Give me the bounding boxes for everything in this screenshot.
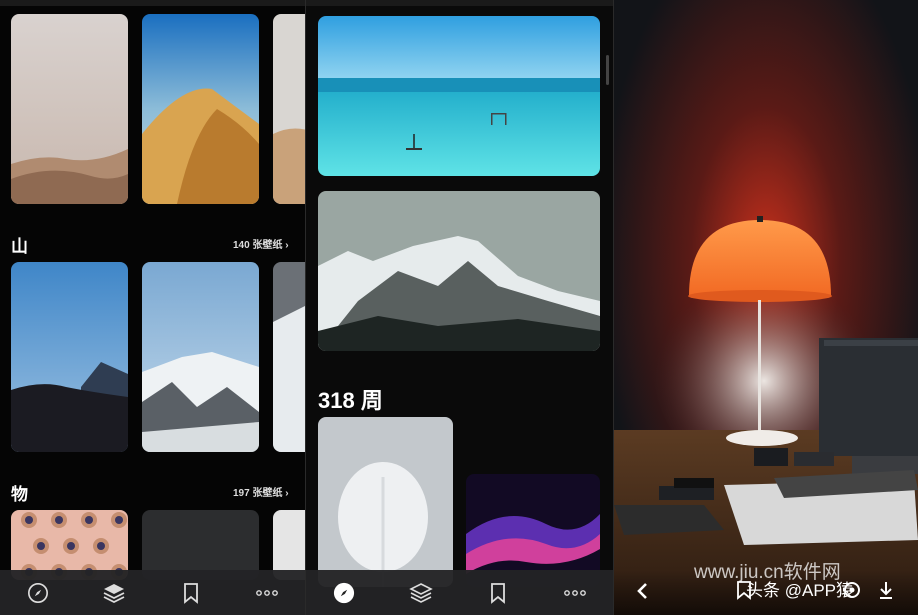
- tab-discover[interactable]: [18, 573, 58, 613]
- section-title-objects: 物: [11, 485, 28, 504]
- section-count-objects[interactable]: 197 张壁纸 ›: [233, 484, 289, 499]
- desert-dune-image: [142, 14, 259, 204]
- weekly-panel: 318 周: [306, 0, 613, 615]
- download-icon: [880, 582, 892, 599]
- status-strip: [306, 0, 613, 6]
- tab-bar: [0, 570, 305, 615]
- browse-panel: 山 140 张壁纸 › 物 197 张壁纸 ›: [0, 0, 305, 615]
- tab-saved[interactable]: [478, 573, 518, 613]
- week-title: 318 周: [318, 388, 383, 413]
- section-title-mountain: 山: [11, 237, 28, 256]
- layers-icon: [103, 583, 125, 603]
- scrollbar[interactable]: [606, 55, 609, 85]
- settings-icon: [844, 582, 860, 598]
- lamp-wallpaper-image: [614, 0, 918, 615]
- turquoise-sea-image: [318, 16, 600, 176]
- tab-more[interactable]: [247, 573, 287, 613]
- wallpaper-thumb-alpine-peak[interactable]: [318, 191, 600, 351]
- tab-saved[interactable]: [171, 573, 211, 613]
- tab-categories[interactable]: [401, 573, 441, 613]
- download-button[interactable]: [878, 580, 894, 605]
- wallpaper-thumb-frost-tree[interactable]: [318, 417, 453, 587]
- tab-categories[interactable]: [94, 573, 134, 613]
- compass-icon: [28, 582, 49, 603]
- frost-tree-image: [318, 417, 453, 587]
- wallpaper-thumb-blue-dusk[interactable]: [11, 262, 128, 452]
- partial-image-2: [273, 262, 305, 452]
- wallpaper-thumb-partial-1[interactable]: [273, 14, 305, 204]
- bookmark-icon: [183, 582, 198, 604]
- back-button[interactable]: [636, 582, 650, 605]
- wallpaper-thumb-desert-haze[interactable]: [11, 14, 128, 204]
- wallpaper-thumb-partial-2[interactable]: [273, 262, 305, 452]
- partial-image-1: [273, 14, 305, 204]
- wallpaper-thumb-turquoise-sea[interactable]: [318, 16, 600, 176]
- bookmark-icon: [490, 582, 505, 604]
- more-icon: [563, 589, 586, 596]
- blue-dusk-image: [11, 262, 128, 452]
- snowy-ridge-image: [142, 262, 259, 452]
- layers-icon: [409, 582, 433, 603]
- more-icon: [255, 589, 278, 596]
- tab-bar: [306, 570, 613, 615]
- compass-icon: [334, 582, 355, 603]
- wallpaper-preview-panel: www.jiu.cn软件网 头条 @APP猿: [614, 0, 918, 615]
- desert-haze-image: [11, 14, 128, 204]
- section-count-mountain[interactable]: 140 张壁纸 ›: [233, 236, 289, 251]
- settings-button[interactable]: [842, 580, 862, 605]
- watermark-author: 头条 @APP猿: [746, 581, 853, 600]
- wallpaper-thumb-desert-dune[interactable]: [142, 14, 259, 204]
- back-icon: [637, 583, 647, 599]
- tab-discover[interactable]: [324, 573, 364, 613]
- tab-more[interactable]: [555, 573, 595, 613]
- wallpaper-thumb-snowy-ridge[interactable]: [142, 262, 259, 452]
- alpine-peak-image: [318, 191, 600, 351]
- status-strip: [0, 0, 305, 6]
